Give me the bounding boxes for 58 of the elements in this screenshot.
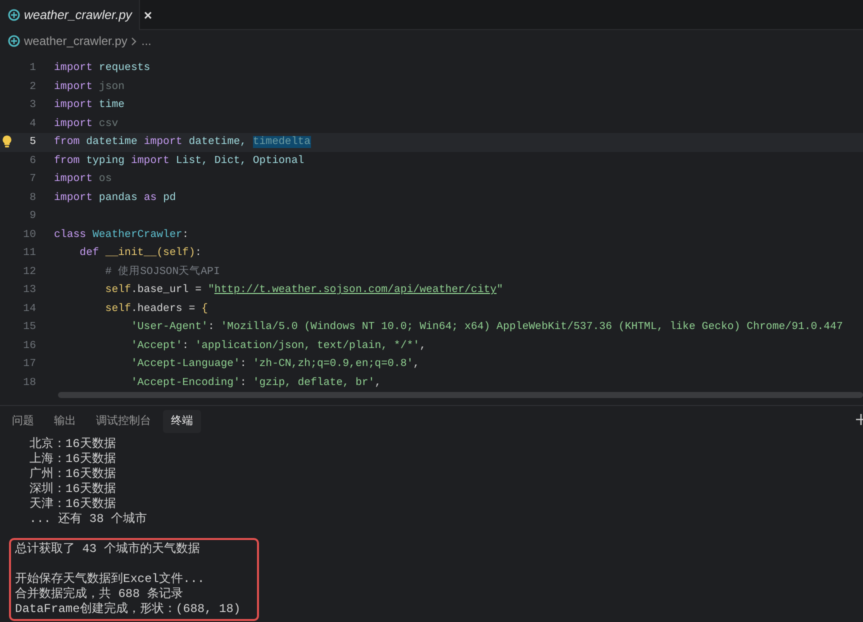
close-icon[interactable]: × — [144, 4, 152, 26]
terminal-line: 开始保存天气数据到Excel文件... — [15, 572, 206, 586]
line-number: 2 — [30, 80, 36, 94]
lightbulb-icon[interactable] — [2, 135, 12, 148]
line-number: 16 — [23, 338, 36, 354]
panel-tab[interactable]: 终端 — [163, 410, 201, 432]
code-line: self.headers = { — [104, 302, 208, 316]
panel-tab[interactable]: 调试控制台 — [88, 410, 159, 432]
code-line: import os — [54, 172, 112, 187]
terminal-line: 总计获取了 43 个城市的天气数据 — [15, 542, 201, 557]
line-number: 17 — [23, 357, 36, 372]
breadcrumb-item[interactable]: weather_crawler.py — [24, 32, 128, 50]
code-line: import requests — [54, 61, 150, 76]
code-line: 'Accept': 'application/json, text/plain, */*', — [130, 338, 426, 354]
terminal-line: 上海：16天数据 — [28, 452, 117, 467]
code-line: import pandas as pd — [54, 190, 176, 206]
line-number: 11 — [23, 246, 36, 261]
line-number: 18 — [23, 376, 36, 390]
file-icon — [8, 35, 20, 47]
line-number: 4 — [30, 116, 36, 132]
plus-icon[interactable] — [856, 414, 863, 425]
code-line: from typing import List, Dict, Optional — [54, 154, 304, 168]
horizontal-scrollbar[interactable] — [58, 392, 863, 398]
terminal-line: 深圳：16天数据 — [28, 482, 117, 497]
line-number: 6 — [30, 154, 36, 168]
file-icon — [8, 9, 20, 21]
code-line: 'Accept-Language': 'zh-CN,zh;q=0.9,en;q=0.8', — [130, 357, 420, 372]
line-number: 8 — [30, 190, 36, 206]
terminal-line: 天津：16天数据 — [28, 497, 117, 512]
line-number: 7 — [30, 172, 36, 187]
line-number: 13 — [23, 283, 36, 298]
code-line: import csv — [54, 116, 118, 132]
terminal-line: 广州：16天数据 — [28, 466, 117, 482]
line-number: 10 — [23, 228, 36, 242]
chevron-icon — [131, 36, 138, 46]
line-number: 9 — [30, 209, 36, 224]
terminal-line: 北京：16天数据 — [28, 436, 117, 452]
code-line: class WeatherCrawler: — [54, 228, 189, 242]
code-line: 'Accept-Encoding': 'gzip, deflate, br', — [130, 376, 382, 390]
code-line: import time — [54, 98, 125, 113]
code-line: import json — [54, 80, 125, 94]
panel-tab[interactable]: 问题 — [4, 410, 42, 432]
line-number: 12 — [23, 264, 36, 280]
line-number: 3 — [30, 98, 36, 113]
line-number: 15 — [23, 320, 36, 335]
breadcrumb-item[interactable]: ... — [141, 32, 152, 50]
line-number: 5 — [30, 135, 36, 150]
terminal-line: 合并数据完成，共 688 条记录 — [15, 587, 184, 602]
code-line: def __init__(self): — [78, 246, 202, 261]
line-number: 14 — [23, 302, 36, 316]
code-line: self.base_url = "http://t.weather.sojson.com/api/weather/city" — [104, 283, 503, 298]
code-line: 'User-Agent': 'Mozilla/5.0 (Windows NT 10.0; Win64; x64) AppleWebKit/537.36 (KHTML, like Gecko) Chrome/91.0.447 — [130, 320, 843, 335]
code-line: # 使用SOJSON天气API — [104, 264, 220, 280]
line-number: 1 — [30, 61, 36, 76]
code-line: from datetime import datetime, timedelta — [54, 135, 311, 150]
panel-tab[interactable]: 输出 — [46, 410, 84, 432]
terminal-line: ... 还有 38 个城市 — [28, 512, 148, 528]
terminal-line: DataFrame创建完成，形状：(688, 18) — [15, 602, 242, 618]
